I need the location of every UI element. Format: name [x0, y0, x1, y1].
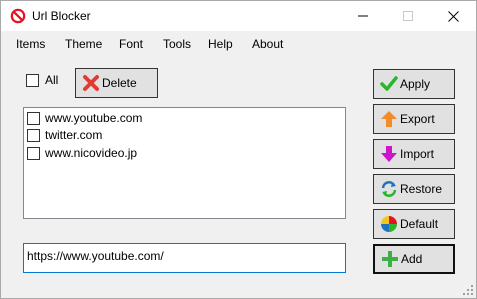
- arrow-up-icon: [380, 110, 398, 128]
- default-button[interactable]: Default: [373, 209, 455, 239]
- restore-label: Restore: [400, 182, 443, 196]
- app-window: Url Blocker Items Theme Font Tools Help …: [0, 0, 477, 299]
- arrow-down-icon: [380, 145, 398, 163]
- list-item-checkbox[interactable]: [27, 146, 40, 160]
- add-label: Add: [401, 252, 423, 266]
- close-button[interactable]: [431, 1, 475, 31]
- add-button[interactable]: Add: [373, 244, 455, 274]
- list-item-checkbox[interactable]: [27, 128, 40, 142]
- restore-button[interactable]: Restore: [373, 174, 455, 204]
- import-label: Import: [400, 147, 435, 161]
- menu-bar: Items Theme Font Tools Help About: [1, 31, 476, 57]
- menu-about[interactable]: About: [252, 37, 283, 51]
- maximize-button[interactable]: [386, 1, 430, 31]
- window-title: Url Blocker: [32, 9, 91, 23]
- plus-icon: [381, 250, 399, 268]
- resize-grip-icon[interactable]: [463, 285, 473, 295]
- list-item[interactable]: www.youtube.com: [27, 111, 142, 125]
- url-input[interactable]: https://www.youtube.com/: [23, 243, 346, 273]
- select-all[interactable]: All: [26, 73, 58, 87]
- minimize-button[interactable]: [341, 1, 385, 31]
- list-item-url: www.youtube.com: [45, 111, 143, 125]
- export-button[interactable]: Export: [373, 104, 455, 134]
- menu-font[interactable]: Font: [119, 37, 143, 51]
- prohibited-icon: [10, 8, 26, 24]
- select-all-checkbox[interactable]: [26, 73, 39, 87]
- menu-theme[interactable]: Theme: [65, 37, 102, 51]
- title-bar[interactable]: Url Blocker: [1, 1, 476, 31]
- checkmark-icon: [380, 75, 398, 93]
- menu-tools[interactable]: Tools: [163, 37, 191, 51]
- delete-label: Delete: [102, 76, 137, 90]
- minimize-icon: [358, 15, 368, 17]
- menu-items[interactable]: Items: [16, 37, 45, 51]
- url-list[interactable]: www.youtube.com twitter.com www.nicovide…: [23, 107, 346, 219]
- select-all-label: All: [45, 73, 59, 87]
- delete-icon: [82, 74, 100, 92]
- list-item-url: www.nicovideo.jp: [45, 146, 138, 160]
- list-item-checkbox[interactable]: [27, 111, 40, 125]
- color-wheel-icon: [380, 215, 398, 233]
- apply-label: Apply: [400, 77, 431, 91]
- delete-button[interactable]: Delete: [75, 68, 158, 98]
- close-icon: [447, 10, 459, 22]
- default-label: Default: [400, 217, 439, 231]
- maximize-icon: [403, 11, 413, 21]
- list-item-url: twitter.com: [45, 128, 103, 142]
- list-item[interactable]: www.nicovideo.jp: [27, 146, 137, 160]
- apply-button[interactable]: Apply: [373, 69, 455, 99]
- export-label: Export: [400, 112, 435, 126]
- list-item[interactable]: twitter.com: [27, 128, 102, 142]
- refresh-icon: [380, 180, 398, 198]
- menu-help[interactable]: Help: [208, 37, 233, 51]
- import-button[interactable]: Import: [373, 139, 455, 169]
